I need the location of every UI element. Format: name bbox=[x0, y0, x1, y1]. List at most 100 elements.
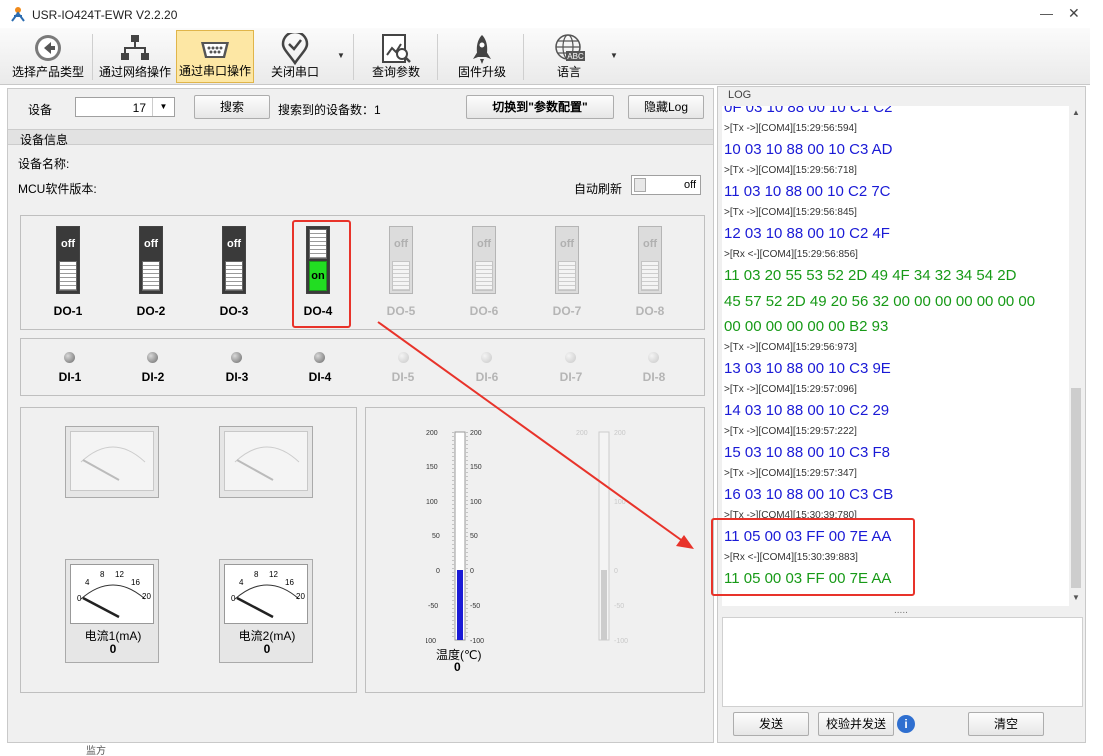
back-arrow-icon bbox=[35, 35, 61, 61]
log-entry: >[Tx ->][COM4][15:29:56:718] bbox=[724, 165, 857, 176]
chevron-down-icon[interactable]: ▼ bbox=[610, 51, 618, 60]
log-entry: >[Rx <-][COM4][15:29:56:856] bbox=[724, 249, 858, 260]
chevron-down-icon[interactable]: ▼ bbox=[152, 98, 174, 116]
svg-text:-50: -50 bbox=[470, 603, 480, 610]
tick-label: 4 bbox=[239, 578, 244, 587]
query-params-button[interactable]: 查询参数 bbox=[360, 30, 432, 83]
hide-log-button[interactable]: 隐藏Log bbox=[628, 95, 704, 119]
select-product-type-button[interactable]: 选择产品类型 bbox=[8, 30, 88, 83]
checksum-send-button[interactable]: 校验并发送 bbox=[818, 712, 894, 736]
found-count: 1 bbox=[374, 103, 381, 117]
svg-text:100: 100 bbox=[470, 499, 482, 506]
do-5-label: DO-5 bbox=[386, 304, 416, 318]
svg-text:200: 200 bbox=[614, 430, 626, 437]
scroll-thumb[interactable] bbox=[1071, 388, 1081, 588]
switch-state: off bbox=[60, 238, 76, 250]
di-group: DI-1 DI-2 DI-3 DI-4 DI-5 DI-6 DI-7 DI-8 bbox=[20, 338, 705, 396]
info-icon[interactable]: i bbox=[897, 715, 915, 733]
search-button[interactable]: 搜索 bbox=[194, 95, 270, 119]
di-8-label: DI-8 bbox=[642, 370, 666, 384]
svg-text:50: 50 bbox=[432, 533, 440, 540]
device-value: 17 bbox=[132, 101, 146, 115]
query-document-icon bbox=[382, 34, 411, 63]
device-label: 设备 bbox=[28, 103, 53, 117]
minimize-icon[interactable]: — bbox=[1040, 6, 1053, 21]
do-2-switch[interactable]: off bbox=[139, 226, 163, 294]
disabled-meter-1 bbox=[65, 426, 159, 498]
tick-label: 16 bbox=[131, 578, 140, 587]
log-entry: >[Tx ->][COM4][15:29:57:347] bbox=[724, 468, 857, 479]
svg-text:0: 0 bbox=[436, 568, 440, 575]
scroll-down-icon[interactable]: ▼ bbox=[1072, 593, 1080, 602]
do-3-label: DO-3 bbox=[219, 304, 249, 318]
tick-label: 0 bbox=[231, 594, 236, 603]
log-entry: 12 03 10 88 00 10 C2 4F bbox=[724, 225, 890, 242]
do-3-switch[interactable]: off bbox=[222, 226, 246, 294]
found-label: 搜索到的设备数： bbox=[278, 103, 375, 117]
temperature-value: 0 bbox=[454, 660, 461, 674]
switch-state: off bbox=[642, 238, 658, 250]
found-devices-label: 搜索到的设备数：1 bbox=[278, 101, 381, 118]
log-scrollbar[interactable]: ▲ ▼ bbox=[1069, 106, 1083, 606]
do-1-switch[interactable]: off bbox=[56, 226, 80, 294]
di-1-label: DI-1 bbox=[58, 370, 82, 384]
splitter-handle[interactable]: ..... bbox=[894, 605, 908, 616]
svg-text:ABC: ABC bbox=[567, 52, 584, 61]
clear-button[interactable]: 清空 bbox=[968, 712, 1044, 736]
serial-operation-button[interactable]: 通过串口操作 bbox=[176, 30, 254, 83]
tick-label: 0 bbox=[77, 594, 82, 603]
network-operation-button[interactable]: 通过网络操作 bbox=[96, 30, 174, 83]
log-entry: 00 00 00 00 00 00 B2 93 bbox=[724, 318, 889, 335]
tick-label: 8 bbox=[100, 570, 105, 579]
do-group: off DO-1 off DO-2 off DO-3 on DO-4 off D… bbox=[20, 215, 705, 330]
di-2-led bbox=[147, 352, 158, 363]
close-serial-button[interactable]: 关闭串口 bbox=[258, 30, 332, 83]
auto-refresh-label: 自动刷新 bbox=[574, 182, 623, 196]
svg-text:100: 100 bbox=[614, 499, 626, 506]
log-entry: 0F 03 10 88 00 10 C1 C2 bbox=[724, 106, 893, 116]
network-icon bbox=[121, 35, 149, 60]
toolbar-label: 选择产品类型 bbox=[11, 65, 84, 79]
di-6-led bbox=[481, 352, 492, 363]
disabled-meter-2 bbox=[219, 426, 313, 498]
log-entry: 10 03 10 88 00 10 C3 AD bbox=[724, 141, 893, 158]
device-name-label: 设备名称: bbox=[18, 157, 70, 171]
switch-state: off bbox=[143, 238, 159, 250]
log-entry: 11 03 10 88 00 10 C2 7C bbox=[724, 183, 891, 200]
send-input[interactable] bbox=[722, 617, 1083, 707]
auto-refresh-toggle[interactable]: off bbox=[631, 175, 701, 195]
toggle-knob bbox=[634, 178, 646, 192]
switch-state: off bbox=[393, 238, 409, 250]
svg-text:200: 200 bbox=[426, 430, 438, 437]
temperature-group: 200 200 150 150 100 100 50 50 0 0 -50 -50 -100… bbox=[365, 407, 705, 693]
svg-text:200: 200 bbox=[470, 430, 482, 437]
checkmark-pin-icon bbox=[281, 33, 309, 65]
di-3-label: DI-3 bbox=[225, 370, 249, 384]
current-2-meter: 0 4 8 12 16 20 电流2(mA) 0 bbox=[219, 559, 313, 663]
svg-text:-100: -100 bbox=[426, 638, 436, 645]
device-select[interactable]: 17 ▼ bbox=[75, 97, 175, 117]
log-entry: 11 03 20 55 53 52 2D 49 4F 34 32 34 54 2… bbox=[724, 267, 1017, 284]
close-icon[interactable]: ✕ bbox=[1068, 5, 1080, 22]
log-entry: 14 03 10 88 00 10 C2 29 bbox=[724, 402, 890, 419]
tick-label: 8 bbox=[254, 570, 259, 579]
scroll-up-icon[interactable]: ▲ bbox=[1072, 108, 1080, 117]
log-title: LOG bbox=[728, 89, 752, 101]
toolbar-label: 关闭串口 bbox=[270, 65, 319, 79]
send-button[interactable]: 发送 bbox=[733, 712, 809, 736]
gauge-dial-icon: 0 4 8 12 16 20 bbox=[77, 570, 151, 619]
toolbar-label: 语言 bbox=[556, 65, 581, 79]
do-7-switch: off bbox=[555, 226, 579, 294]
firmware-upgrade-button[interactable]: 固件升级 bbox=[446, 30, 518, 83]
language-button[interactable]: ABC 语言 bbox=[535, 30, 603, 83]
switch-state: off bbox=[226, 238, 242, 250]
thermometer-icon: 200 200 150 150 100 100 50 50 0 0 -50 -50 -100… bbox=[426, 430, 484, 645]
toggle-state: off bbox=[683, 179, 696, 191]
di-5-label: DI-5 bbox=[391, 370, 415, 384]
svg-text:150: 150 bbox=[470, 464, 482, 471]
chevron-down-icon[interactable]: ▼ bbox=[337, 51, 345, 60]
toolbar-label: 通过串口操作 bbox=[178, 64, 251, 78]
di-4-label: DI-4 bbox=[308, 370, 332, 384]
switch-config-button[interactable]: 切换到"参数配置" bbox=[466, 95, 614, 119]
log-highlight-box bbox=[711, 518, 915, 596]
